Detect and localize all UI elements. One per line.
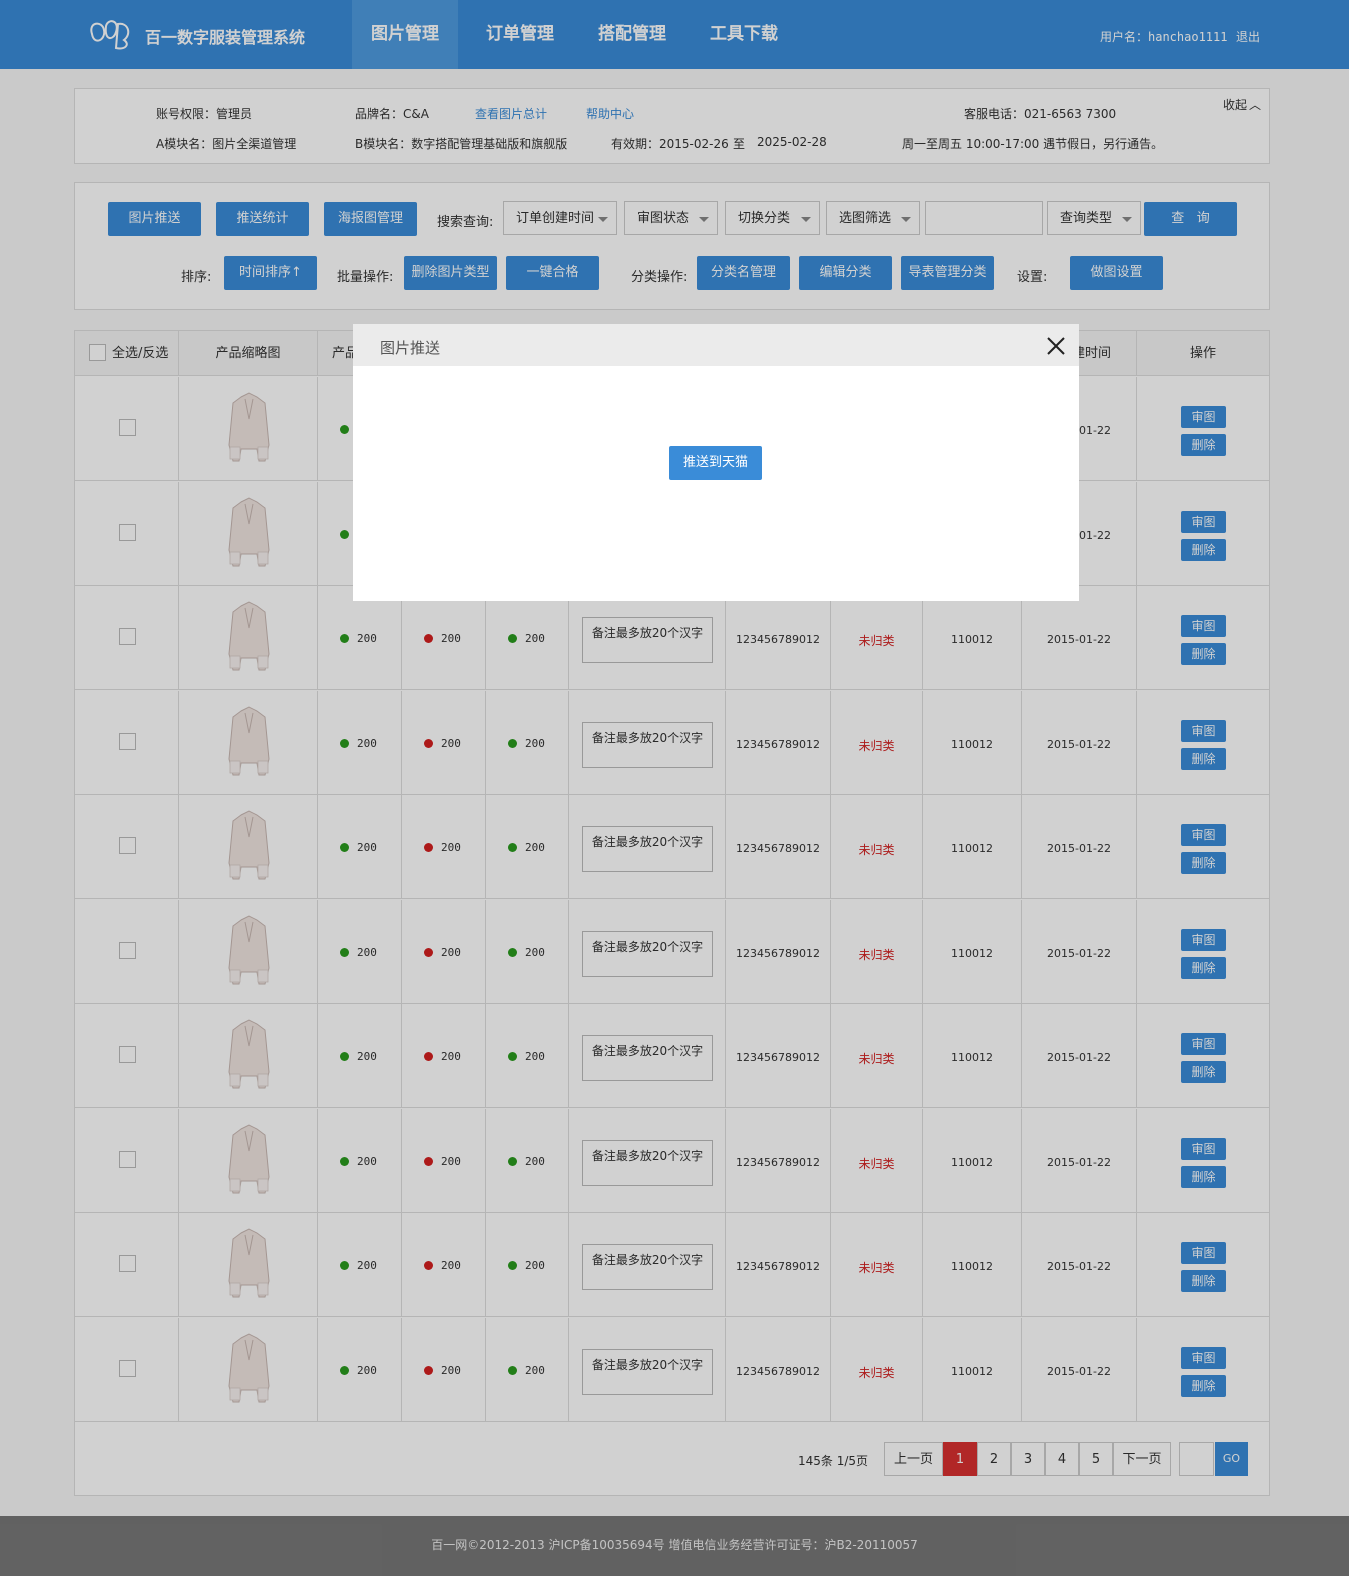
dialog-title: 图片推送 — [380, 339, 441, 357]
push-to-tmall-button[interactable]: 推送到天猫 — [669, 446, 762, 480]
modal-backdrop[interactable] — [0, 0, 1349, 1576]
close-icon[interactable] — [1045, 335, 1067, 357]
image-push-dialog: 图片推送 推送到天猫 — [353, 324, 1079, 601]
dialog-header: 图片推送 — [353, 324, 1079, 366]
